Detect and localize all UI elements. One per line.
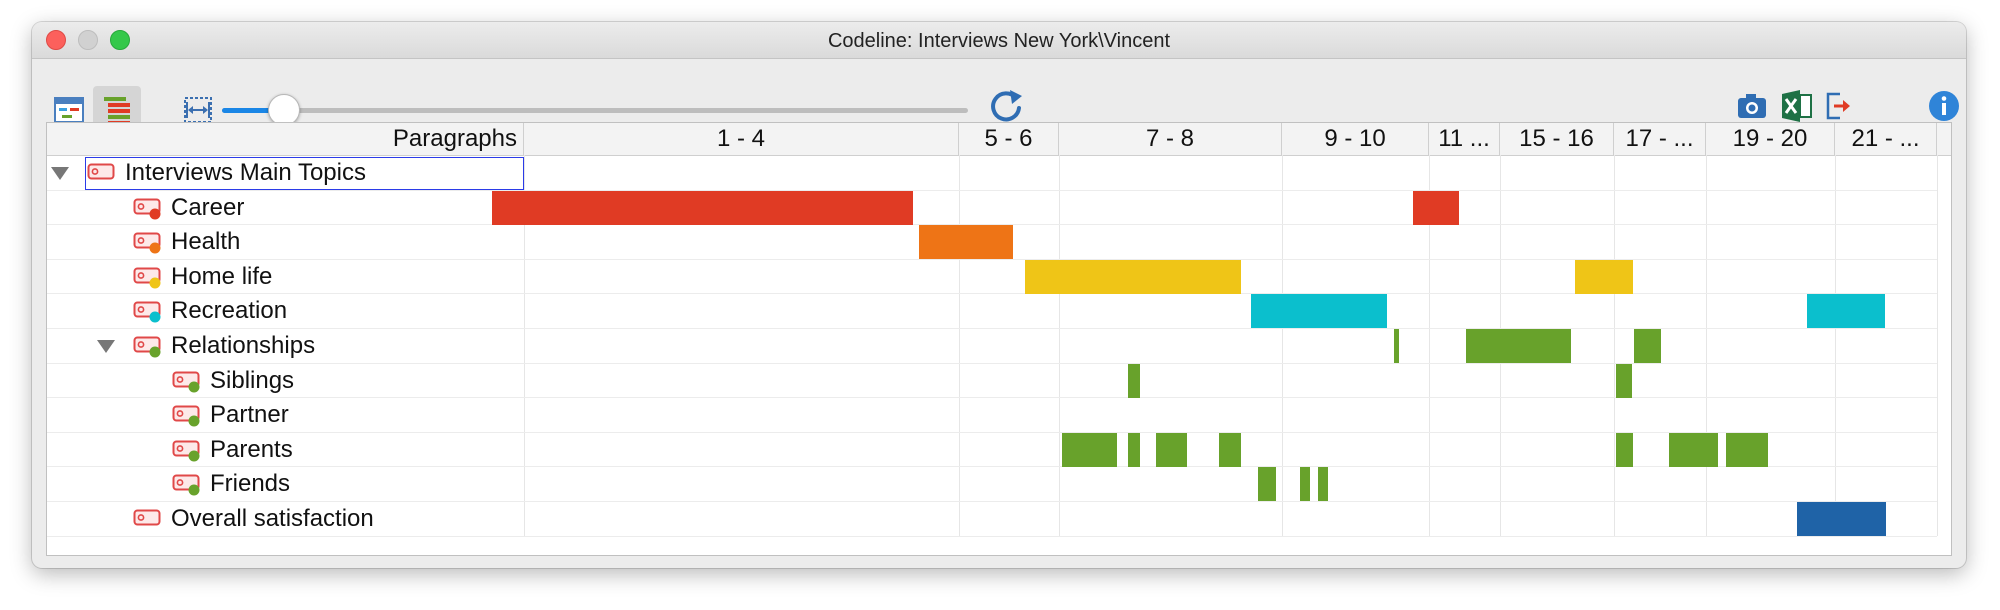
coded-segment-bar[interactable] [1258,467,1276,502]
coded-segment-bar[interactable] [1797,502,1886,536]
expand-triangle-icon[interactable] [51,167,69,180]
column-header[interactable]: 9 - 10 [1282,123,1429,155]
code-tag-icon [133,509,161,526]
code-row-label[interactable]: Friends [210,467,290,501]
column-header-row: Paragraphs 1 - 45 - 67 - 89 - 10 11 ... 15… [47,123,1951,156]
coded-segment-bar[interactable] [1128,363,1140,398]
selection-outline [85,157,524,190]
row-divider [47,431,1937,433]
export-button[interactable] [1818,86,1858,126]
title-bar: Codeline: Interviews New York\Vincent [32,22,1966,59]
code-tag-icon [172,371,200,393]
coded-segment-bar[interactable] [1807,294,1885,329]
excel-export-icon [1782,90,1812,122]
coded-segment-bar[interactable] [1219,432,1241,467]
column-header[interactable]: 5 - 6 [959,123,1059,155]
zoom-slider[interactable] [222,94,968,126]
grid-line [1706,155,1707,536]
screenshot-icon [1738,94,1766,118]
column-header[interactable]: 19 - 20 [1706,123,1835,155]
coded-segment-bar[interactable] [492,190,913,225]
coded-segment-bar[interactable] [1413,190,1459,225]
code-row-label[interactable]: Recreation [171,294,287,328]
coded-segment-bar[interactable] [1575,259,1633,294]
coded-segment-bar[interactable] [1318,467,1328,502]
codeline-table: Paragraphs 1 - 45 - 67 - 89 - 10 11 ... 15… [46,122,1952,556]
export-icon [1826,92,1850,120]
grid-line [1937,155,1938,536]
grid-line [1282,155,1283,536]
coded-segment-bar[interactable] [1616,432,1633,467]
code-tag-icon [133,301,161,323]
code-tag-icon [133,232,161,254]
excel-export-button[interactable] [1776,86,1816,126]
coded-segment-bar[interactable] [1669,432,1718,467]
column-header[interactable]: 11 ... [1429,123,1500,155]
refresh-icon [991,90,1022,122]
column-header[interactable]: 7 - 8 [1059,123,1282,155]
coded-segment-bar[interactable] [1466,329,1571,363]
column-header[interactable]: 1 - 4 [524,123,959,155]
coded-segment-bar[interactable] [1251,294,1387,329]
code-tag-icon [133,198,161,220]
coded-segment-bar[interactable] [1062,432,1117,467]
code-tag-icon [172,440,200,462]
row-divider [47,466,1937,468]
grid-line [959,155,960,536]
row-divider [47,397,1937,399]
coded-segment-bar[interactable] [919,225,1013,260]
code-tag-icon [133,336,161,358]
window-title: Codeline: Interviews New York\Vincent [827,30,1171,52]
code-row-label[interactable]: Partner [210,398,289,432]
coded-segment-bar[interactable] [1726,432,1768,467]
info-button[interactable] [1924,86,1964,126]
coded-segment-bar[interactable] [1025,259,1241,294]
code-row-label[interactable]: Health [171,225,240,259]
coded-segment-bar[interactable] [1128,432,1140,467]
code-row-label[interactable]: Relationships [171,329,315,363]
column-header[interactable]: 21 - ... [1835,123,1937,155]
coded-segment-bar[interactable] [1156,432,1187,467]
grid-line [1835,155,1836,536]
coded-segment-bar[interactable] [1300,467,1310,502]
code-row-label[interactable]: Home life [171,260,272,294]
code-row-label[interactable]: Overall satisfaction [171,502,374,536]
code-row-label[interactable]: Siblings [210,364,294,398]
code-tag-icon [172,474,200,496]
code-row-label[interactable]: Career [171,191,244,225]
fit-width-icon [184,97,212,123]
screenshot-button[interactable] [1732,86,1772,126]
refresh-button[interactable] [986,86,1026,126]
segment-view-icon [104,97,130,124]
slider-track [222,108,968,113]
code-tag-icon [133,267,161,289]
overview-icon [54,97,84,123]
coded-segment-bar[interactable] [1634,329,1661,363]
grid-line [1614,155,1615,536]
column-header[interactable]: 17 - ... [1614,123,1706,155]
coded-segment-bar[interactable] [1616,363,1632,398]
code-tag-icon [172,405,200,427]
expand-triangle-icon[interactable] [97,340,115,353]
coded-segment-bar[interactable] [1394,329,1399,363]
paragraphs-header: Paragraphs [47,123,524,155]
column-header[interactable]: 15 - 16 [1500,123,1614,155]
grid-line [1059,155,1060,536]
codeline-window: Codeline: Interviews New York\Vincent Pa… [32,22,1966,568]
row-divider [47,293,1937,295]
info-icon [1929,91,1959,121]
code-row-label[interactable]: Parents [210,433,293,467]
